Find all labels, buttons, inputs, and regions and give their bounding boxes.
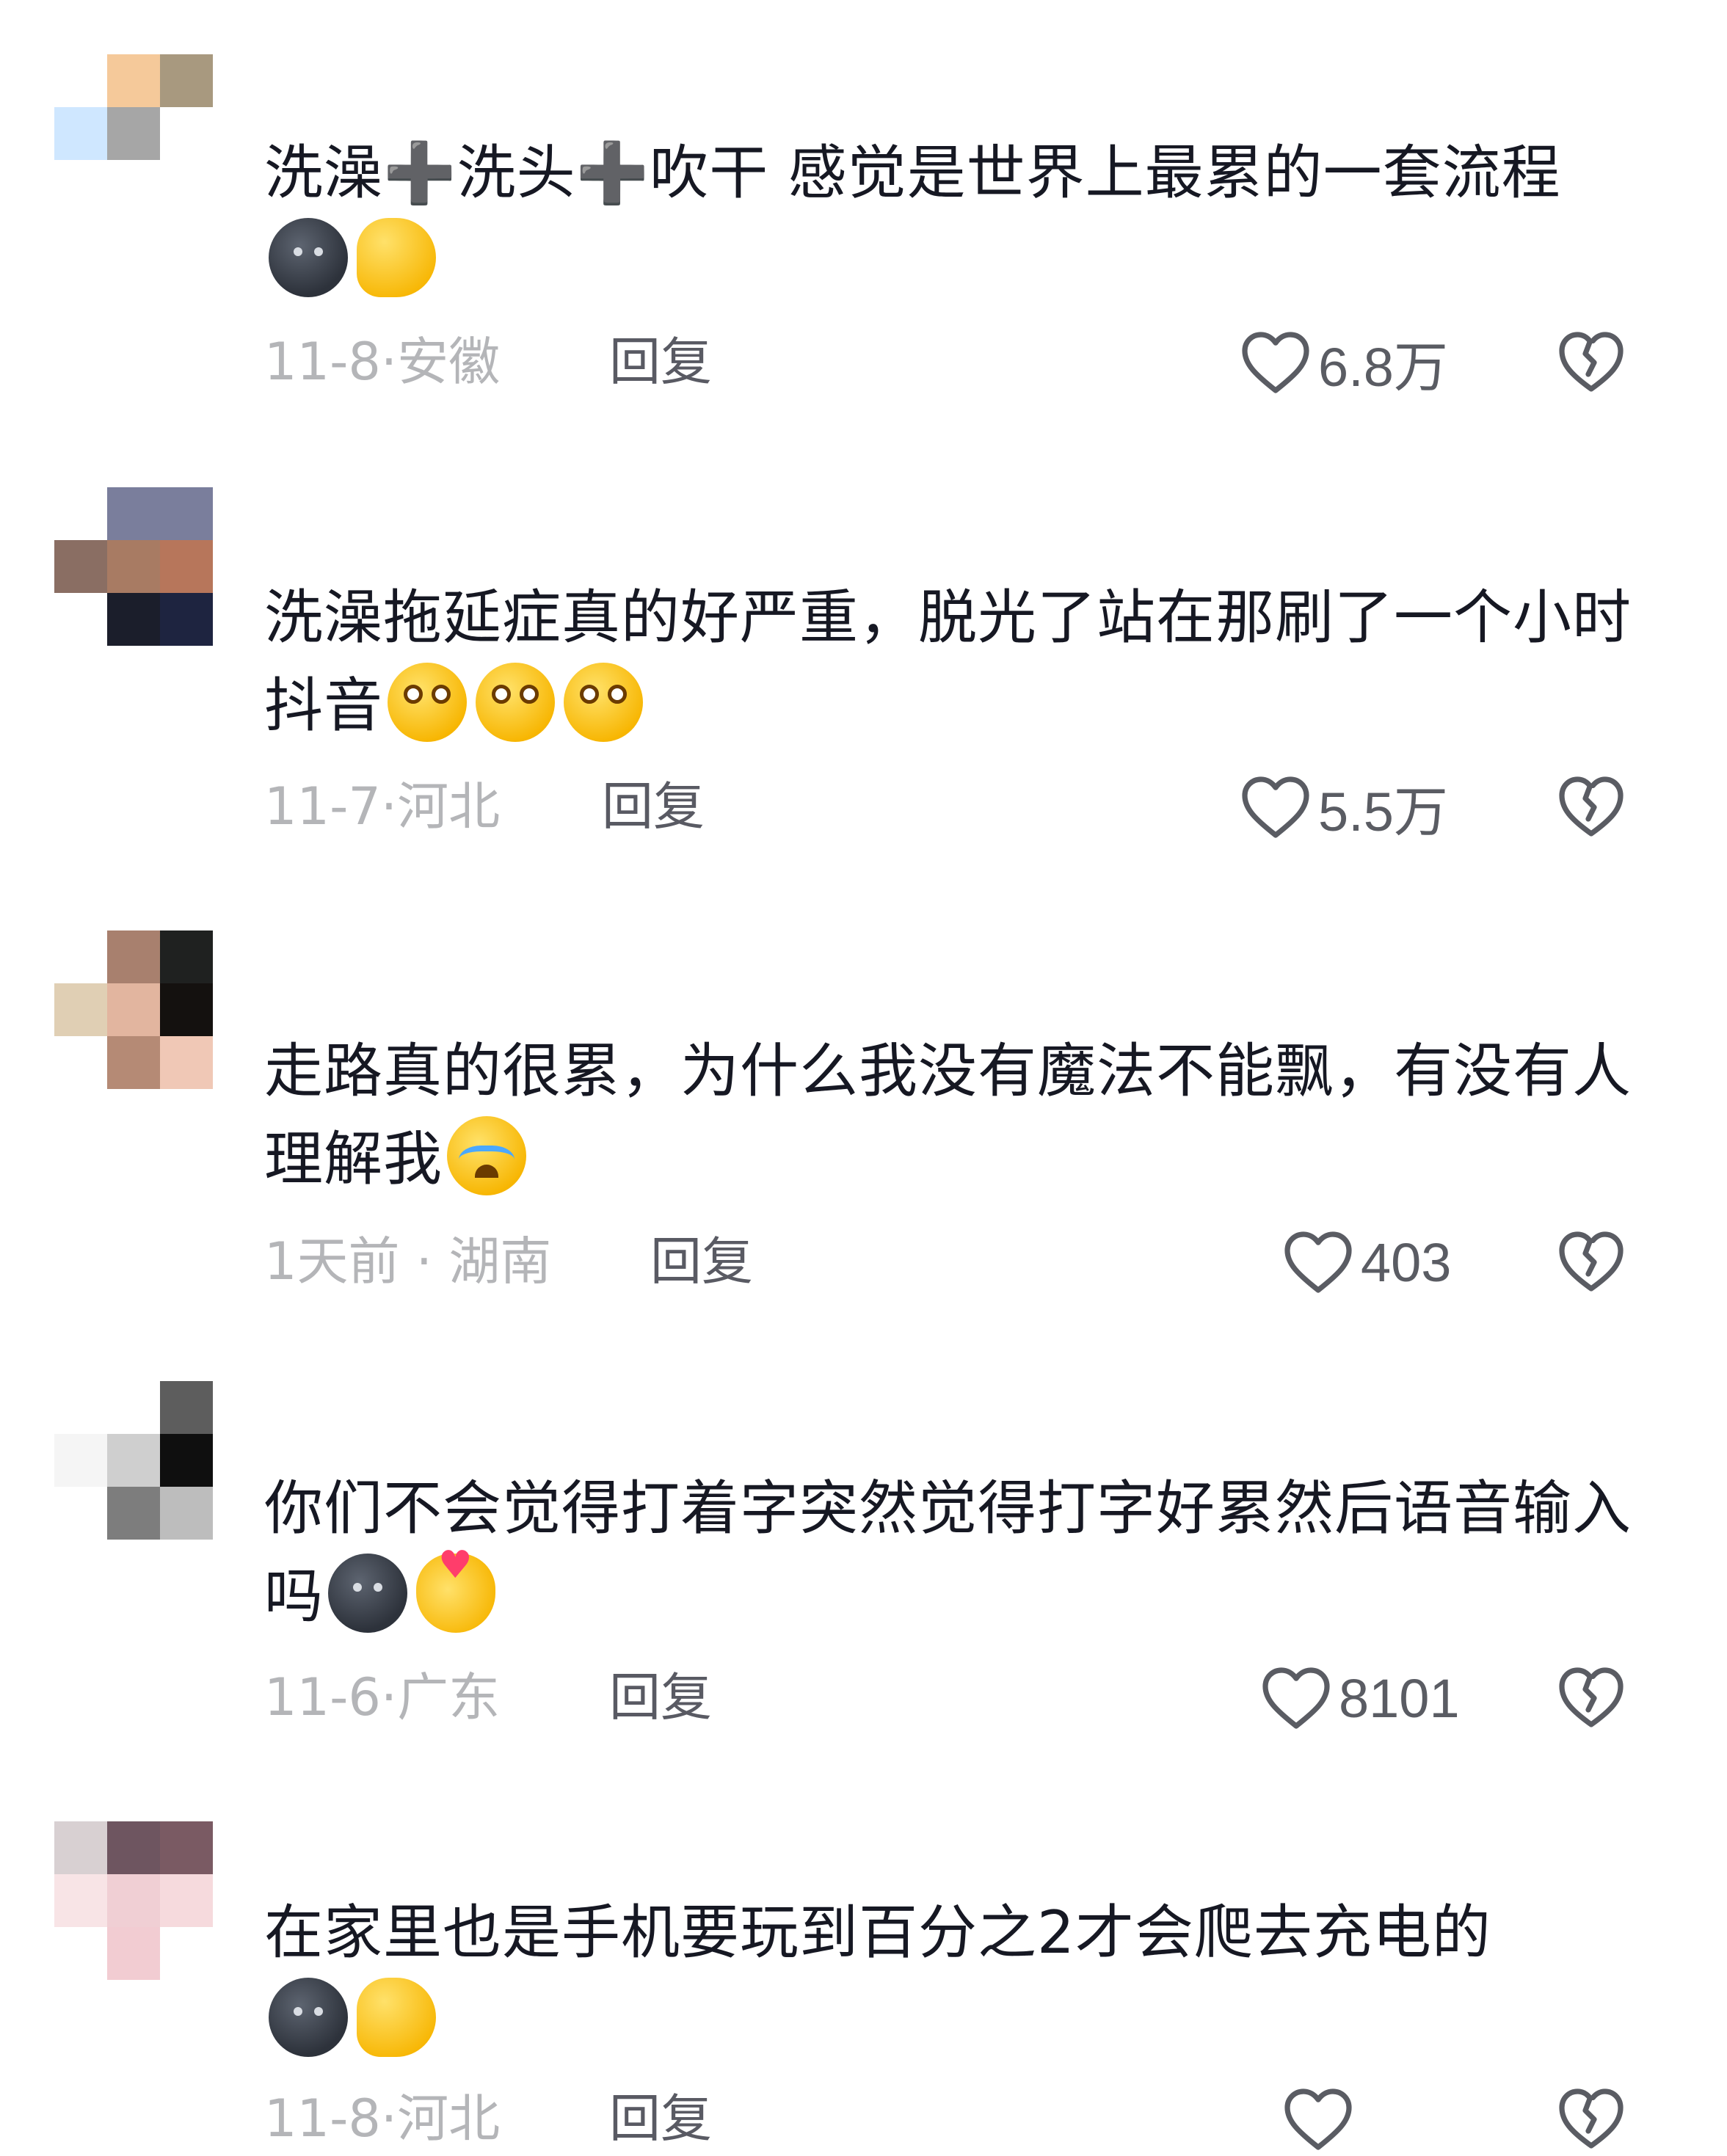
comment-text: 走路真的很累，为什么我没有魔法不能飘，有没有人理解我 (264, 1027, 1644, 1203)
smiling-face-icon (476, 663, 555, 742)
heart-outline-icon (1284, 2088, 1352, 2150)
broken-heart-icon[interactable] (1556, 1663, 1626, 1733)
comment-date: 11-8 (264, 2088, 381, 2149)
comment-date: 11-8 (264, 332, 381, 392)
comment-meta: 11-7·河北 (264, 773, 500, 840)
finger-heart-icon (416, 1521, 495, 1633)
flexed-biceps-icon (357, 1978, 436, 2057)
comment-body: 洗澡➕洗头➕吹干 感觉是世界上最累的一套流程 (264, 139, 1561, 207)
like-count: 5.5万 (1318, 781, 1448, 842)
avatar[interactable] (54, 1821, 213, 1980)
broken-heart-icon[interactable] (1556, 772, 1626, 842)
comment-text: 你们不会觉得打着字突然觉得打字好累然后语音输入吗 (264, 1465, 1644, 1641)
reply-button[interactable]: 回复 (609, 2086, 712, 2152)
avatar-pixel (160, 1821, 213, 1874)
like-button[interactable]: 403 (1283, 1226, 1451, 1299)
broken-heart-icon[interactable] (1556, 2084, 1626, 2155)
comment-text: 在家里也是手机要玩到百分之2才会爬去充电的 (264, 1889, 1644, 2065)
new-moon-face-icon (269, 218, 348, 297)
avatar-pixel (54, 54, 107, 107)
comment-body: 洗澡拖延症真的好严重，脱光了站在那刷了一个小时抖音 (264, 583, 1632, 740)
avatar-pixel (160, 1487, 213, 1540)
avatar-pixel (160, 54, 213, 107)
crying-face-icon (447, 1116, 526, 1195)
avatar-pixel (54, 983, 107, 1036)
heart-outline-icon (1284, 1231, 1352, 1293)
avatar[interactable] (54, 54, 213, 213)
meta-separator: · (380, 2088, 398, 2149)
comment-location: 广东 (397, 1667, 501, 1727)
comment-date: 11-7 (264, 776, 381, 837)
avatar-pixel (160, 487, 213, 540)
reply-button[interactable]: 回复 (602, 773, 705, 840)
avatar-pixel (54, 107, 107, 160)
heart-outline-icon (1242, 776, 1309, 838)
avatar-pixel (107, 1487, 160, 1540)
avatar-pixel (107, 540, 160, 593)
avatar[interactable] (54, 487, 213, 646)
avatar-pixel (107, 930, 160, 983)
comment-meta: 1天前 · 湖南 (264, 1228, 551, 1294)
comment-location: 河北 (397, 2088, 501, 2149)
comment-location: 湖南 (448, 1231, 552, 1292)
avatar-pixel (107, 1874, 160, 1927)
meta-separator: · (380, 776, 398, 837)
smiling-face-icon (388, 663, 467, 742)
avatar-pixel (160, 930, 213, 983)
flexed-biceps-icon (357, 218, 436, 297)
meta-separator: · (380, 332, 398, 392)
meta-separator: · (380, 1667, 398, 1727)
avatar-pixel (54, 1434, 107, 1487)
comment-text: 洗澡拖延症真的好严重，脱光了站在那刷了一个小时抖音 (264, 574, 1644, 750)
comment-meta: 11-6·广东 (264, 1664, 500, 1730)
avatar-pixel (160, 1381, 213, 1434)
broken-heart-icon[interactable] (1556, 327, 1626, 398)
avatar-pixel (107, 1927, 160, 1980)
avatar-pixel (107, 593, 160, 646)
avatar-pixel (107, 107, 160, 160)
new-moon-face-icon (269, 1978, 348, 2057)
comment-meta: 11-8·安徽 (264, 329, 500, 395)
avatar-pixel (160, 593, 213, 646)
avatar-pixel (160, 1874, 213, 1927)
like-count: 8101 (1339, 1667, 1460, 1729)
comment-meta: 11-8·河北 (264, 2086, 500, 2152)
avatar-pixel (54, 1874, 107, 1927)
comment-text: 洗澡➕洗头➕吹干 感觉是世界上最累的一套流程 (264, 129, 1644, 305)
avatar-pixel (107, 983, 160, 1036)
like-button[interactable] (1283, 2083, 1361, 2156)
comment-date: 1天前 (264, 1231, 400, 1292)
like-button[interactable]: 5.5万 (1240, 771, 1448, 844)
avatar-pixel (107, 487, 160, 540)
reply-button[interactable]: 回复 (609, 1664, 712, 1730)
avatar[interactable] (54, 930, 213, 1089)
avatar-pixel (54, 1821, 107, 1874)
avatar-pixel (107, 1036, 160, 1089)
broken-heart-icon[interactable] (1556, 1227, 1626, 1297)
comment-location: 河北 (397, 776, 501, 837)
avatar-pixel (107, 54, 160, 107)
new-moon-face-icon (328, 1554, 407, 1633)
avatar-pixel (160, 540, 213, 593)
meta-separator: · (399, 1231, 449, 1292)
reply-button[interactable]: 回复 (650, 1228, 753, 1294)
smiling-face-icon (564, 663, 643, 742)
avatar-pixel (107, 1821, 160, 1874)
heart-outline-icon (1242, 332, 1309, 393)
heart-outline-icon (1262, 1667, 1330, 1729)
comment-date: 11-6 (264, 1667, 381, 1727)
reply-button[interactable]: 回复 (609, 329, 712, 395)
avatar[interactable] (54, 1381, 213, 1540)
like-button[interactable]: 6.8万 (1240, 326, 1448, 399)
comment-location: 安徽 (397, 332, 501, 392)
comment-body: 在家里也是手机要玩到百分之2才会爬去充电的 (264, 1898, 1491, 1967)
avatar-pixel (160, 1036, 213, 1089)
avatar-pixel (160, 983, 213, 1036)
avatar-pixel (54, 540, 107, 593)
like-count: 403 (1361, 1231, 1452, 1293)
avatar-pixel (160, 1434, 213, 1487)
like-button[interactable]: 8101 (1261, 1661, 1460, 1735)
avatar-pixel (107, 1434, 160, 1487)
like-count: 6.8万 (1318, 336, 1448, 398)
